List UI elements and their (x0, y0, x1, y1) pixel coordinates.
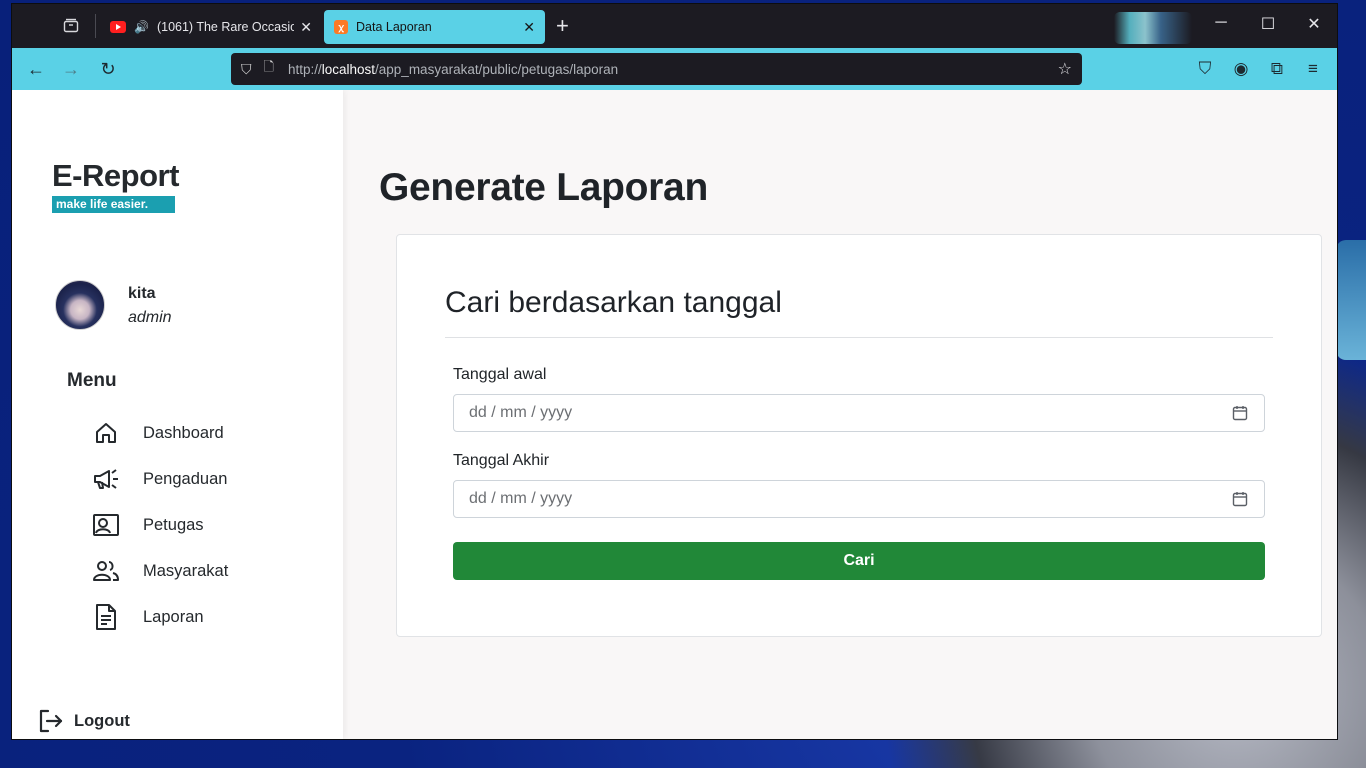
forward-arrow-icon[interactable]: → (59, 57, 83, 81)
user-role: admin (128, 309, 172, 326)
megaphone-icon (92, 465, 120, 493)
bookmark-star-icon[interactable]: ☆ (1058, 59, 1072, 79)
menu-hamburger-icon[interactable]: ≡ (1301, 57, 1325, 81)
start-date-input[interactable]: dd / mm / yyyy (453, 394, 1265, 432)
tab-data-laporan[interactable]: ꭓ Data Laporan ✕ (324, 10, 545, 44)
account-icon[interactable]: ◉ (1229, 57, 1253, 81)
sidebar-item-label: Laporan (143, 607, 204, 626)
tab-overview-icon[interactable] (59, 15, 83, 37)
close-tab-icon[interactable]: ✕ (300, 19, 312, 36)
tab-title: (1061) The Rare Occasions | (156, 20, 295, 34)
close-window-icon[interactable]: ✕ (1302, 14, 1326, 34)
calendar-icon[interactable] (1232, 405, 1248, 421)
avatar (55, 280, 105, 330)
address-bar[interactable]: ⛉ 🗋 http://localhost/app_masyarakat/publ… (231, 53, 1082, 85)
brand-tagline: make life easier. (52, 196, 175, 213)
sidebar-item-laporan[interactable]: Laporan (92, 602, 204, 632)
extensions-icon[interactable]: ⧉ (1265, 57, 1289, 81)
date-placeholder: dd / mm / yyyy (469, 490, 573, 507)
sidebar-item-label: Petugas (143, 515, 204, 534)
date-placeholder: dd / mm / yyyy (469, 404, 573, 421)
search-button[interactable]: Cari (453, 542, 1265, 580)
shield-icon[interactable]: ⛉ (241, 61, 252, 78)
desktop-wallpaper-art (1336, 240, 1366, 360)
sidebar-item-pengaduan[interactable]: Pengaduan (92, 464, 227, 494)
tab-separator (95, 14, 96, 38)
back-arrow-icon[interactable]: ← (24, 57, 48, 81)
sidebar-item-label: Pengaduan (143, 469, 228, 488)
end-date-input[interactable]: dd / mm / yyyy (453, 480, 1265, 518)
id-card-icon (92, 511, 120, 539)
new-tab-button[interactable]: + (556, 14, 569, 38)
reload-icon[interactable]: ↻ (96, 57, 120, 81)
close-tab-icon[interactable]: ✕ (523, 19, 535, 36)
sidebar-item-label: Masyarakat (143, 561, 229, 580)
url-path: /app_masyarakat/public/petugas/laporan (375, 61, 619, 77)
logout-button[interactable]: Logout (38, 708, 130, 734)
card-title: Cari berdasarkan tanggal (445, 286, 782, 319)
menu-title: Menu (67, 370, 117, 391)
calendar-icon[interactable] (1232, 491, 1248, 507)
user-name: kita (128, 285, 156, 302)
youtube-icon (110, 21, 126, 33)
tab-youtube[interactable]: 🔊 (1061) The Rare Occasions | ✕ (100, 10, 322, 44)
logout-icon (38, 708, 64, 734)
page-info-icon[interactable]: 🗋 (264, 58, 274, 80)
tab-title: Data Laporan (356, 20, 432, 34)
theme-character-image (1114, 12, 1192, 44)
start-date-label: Tanggal awal (453, 366, 547, 383)
sidebar-item-petugas[interactable]: Petugas (92, 510, 204, 540)
web-page: E-Report make life easier. kita admin Me… (12, 90, 1337, 739)
divider (445, 337, 1273, 338)
url-prefix: http:// (287, 61, 322, 77)
navigation-toolbar: ← → ↻ ⛉ 🗋 http://localhost/app_masyaraka… (12, 48, 1337, 90)
minimize-icon[interactable]: ─ (1209, 14, 1233, 32)
speaker-icon[interactable]: 🔊 (134, 20, 149, 34)
sidebar: E-Report make life easier. kita admin Me… (12, 90, 343, 739)
end-date-label: Tanggal Akhir (453, 452, 550, 469)
logout-label: Logout (74, 711, 130, 730)
sidebar-item-label: Dashboard (143, 423, 224, 442)
xampp-icon: ꭓ (334, 20, 348, 34)
home-icon (92, 419, 120, 447)
users-icon (92, 557, 120, 585)
brand-title: E-Report (52, 158, 179, 193)
document-icon (92, 603, 120, 631)
sidebar-item-masyarakat[interactable]: Masyarakat (92, 556, 228, 586)
maximize-icon[interactable]: ☐ (1256, 14, 1280, 34)
sidebar-item-dashboard[interactable]: Dashboard (92, 418, 224, 448)
search-card: Cari berdasarkan tanggal Tanggal awal dd… (396, 234, 1322, 637)
page-title: Generate Laporan (379, 166, 708, 209)
pocket-icon[interactable]: ⛉ (1193, 57, 1217, 81)
browser-window: 🔊 (1061) The Rare Occasions | ✕ ꭓ Data L… (12, 4, 1337, 739)
tab-bar: 🔊 (1061) The Rare Occasions | ✕ ꭓ Data L… (12, 4, 1337, 48)
url-host: localhost (321, 61, 376, 77)
